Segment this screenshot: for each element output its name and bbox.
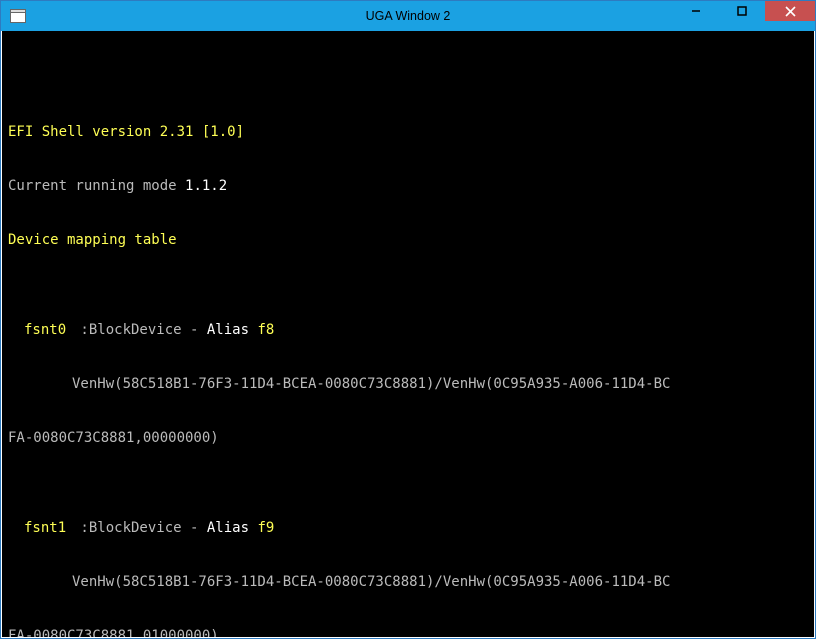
mode-label: Current running mode (8, 178, 185, 194)
minimize-button[interactable] (673, 1, 719, 21)
alias-label: Alias (207, 322, 258, 338)
device-name: fsnt1 (24, 519, 72, 537)
close-button[interactable] (765, 1, 815, 21)
device-name: fsnt0 (24, 321, 72, 339)
alias-value: f9 (257, 520, 274, 536)
shell-version: EFI Shell version 2.31 [1.0] (8, 124, 244, 140)
app-icon (9, 7, 27, 25)
window: UGA Window 2 EFI Shell version 2.31 [1.0… (0, 0, 816, 639)
device-kind: :BlockDevice - (72, 520, 207, 536)
device-path: VenHw(58C518B1-76F3-11D4-BCEA-0080C73C88… (8, 573, 670, 591)
device-mapping-header: Device mapping table (8, 232, 177, 248)
alias-value: f8 (257, 322, 274, 338)
titlebar[interactable]: UGA Window 2 (1, 1, 815, 31)
maximize-button[interactable] (719, 1, 765, 21)
window-controls (673, 1, 815, 31)
alias-label: Alias (207, 520, 258, 536)
device-path: FA-0080C73C8881,01000000) (8, 628, 219, 637)
device-kind: :BlockDevice - (72, 322, 207, 338)
device-path: FA-0080C73C8881,00000000) (8, 430, 219, 446)
mode-version: 1.1.2 (185, 178, 227, 194)
device-path: VenHw(58C518B1-76F3-11D4-BCEA-0080C73C88… (8, 375, 670, 393)
terminal[interactable]: EFI Shell version 2.31 [1.0] Current run… (2, 31, 814, 637)
